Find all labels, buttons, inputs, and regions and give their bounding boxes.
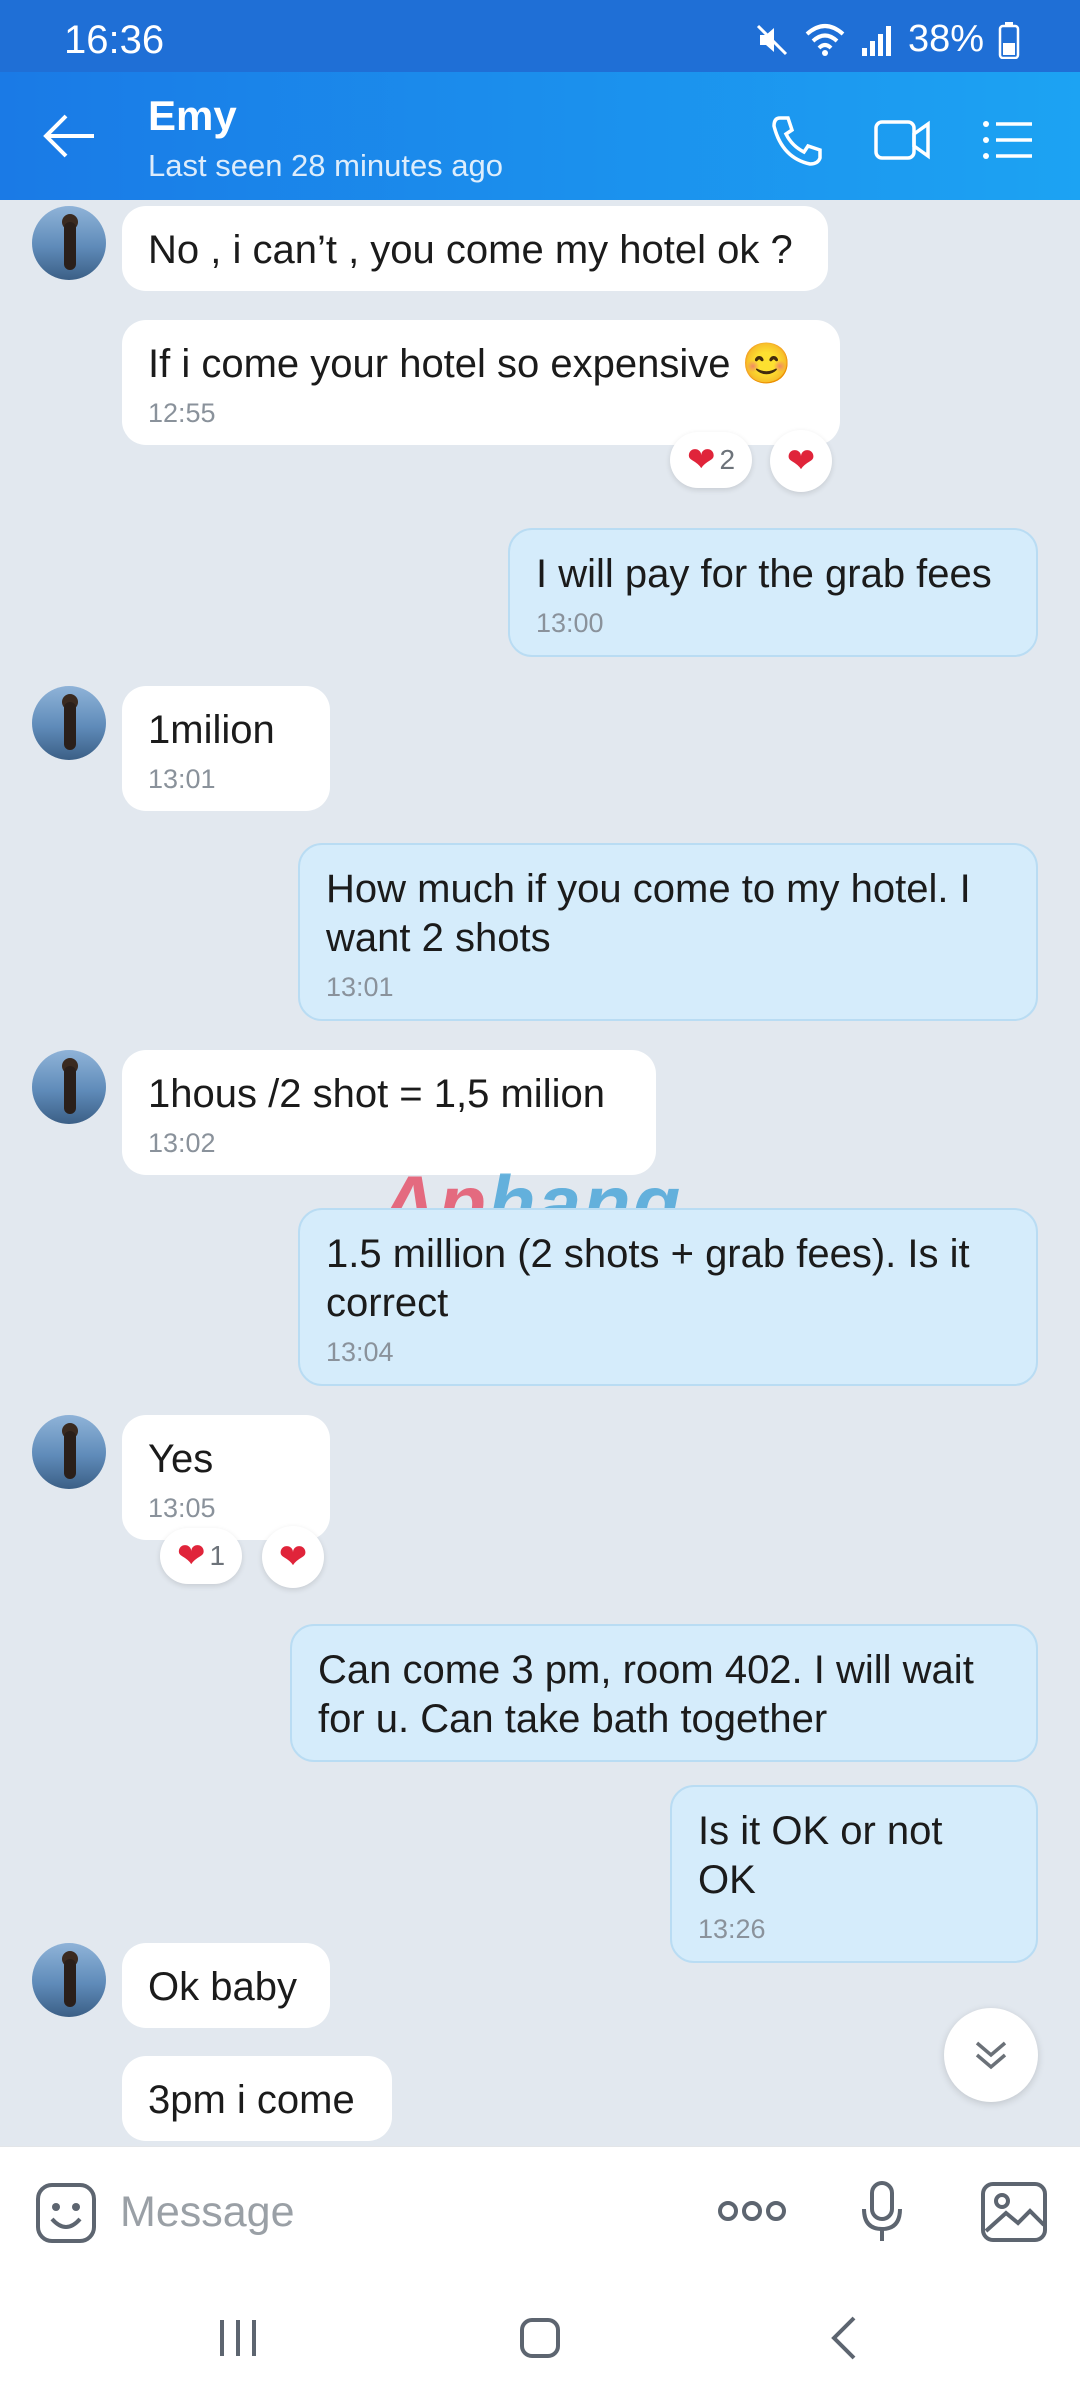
outgoing-message[interactable]: Is it OK or not OK 13:26 [670, 1785, 1038, 1963]
message-text: 1.5 million (2 shots + grab fees). Is it… [326, 1232, 970, 1325]
status-icons: 38% [754, 18, 1020, 61]
incoming-message[interactable]: 1hous /2 shot = 1,5 milion 13:02 [122, 1050, 656, 1175]
add-reaction-button[interactable]: ❤ [262, 1526, 324, 1588]
message-list[interactable]: No , i can’t , you come my hotel ok ? If… [0, 200, 1080, 2146]
heart-icon: ❤ [278, 1538, 308, 1576]
message-time: 13:01 [326, 972, 394, 1002]
battery-icon [998, 21, 1020, 59]
add-reaction-button[interactable]: ❤ [770, 430, 832, 492]
reaction-count: 2 [719, 444, 736, 475]
message-time: 13:01 [148, 764, 216, 794]
status-time: 16:36 [64, 18, 165, 62]
contact-avatar[interactable] [32, 686, 106, 760]
message-text: Ok baby [148, 1965, 297, 2009]
system-navigation-bar [0, 2276, 1080, 2400]
outgoing-message[interactable]: I will pay for the grab fees 13:00 [508, 528, 1038, 657]
incoming-message[interactable]: 3pm i come [122, 2056, 392, 2141]
scroll-to-bottom-button[interactable] [944, 2008, 1038, 2102]
incoming-message[interactable]: Yes 13:05 [122, 1415, 330, 1540]
message-text: If i come your hotel so expensive 😊 [148, 342, 792, 386]
incoming-message[interactable]: If i come your hotel so expensive 😊 12:5… [122, 320, 840, 445]
message-time: 13:26 [698, 1914, 766, 1944]
message-time: 13:05 [148, 1493, 216, 1523]
battery-percent: 38% [907, 18, 984, 60]
reaction-summary[interactable]: ❤ 1 [160, 1528, 242, 1584]
message-text: 1milion [148, 708, 275, 752]
list-menu-icon[interactable] [978, 112, 1038, 168]
outgoing-message[interactable]: Can come 3 pm, room 402. I will wait for… [290, 1624, 1038, 1762]
message-text: Can come 3 pm, room 402. I will wait for… [318, 1648, 974, 1741]
reaction-count: 1 [209, 1540, 226, 1571]
reaction-summary[interactable]: ❤ 2 [670, 432, 752, 488]
microphone-icon[interactable] [858, 2179, 906, 2245]
last-seen-status: Last seen 28 minutes ago [148, 148, 504, 183]
heart-icon: ❤ [786, 442, 816, 480]
incoming-message[interactable]: Ok baby [122, 1943, 330, 2028]
heart-icon: ❤ [686, 441, 716, 479]
outgoing-message[interactable]: 1.5 million (2 shots + grab fees). Is it… [298, 1208, 1038, 1386]
message-time: 13:02 [148, 1128, 216, 1158]
signal-icon [860, 22, 894, 58]
message-text: 3pm i come [148, 2078, 355, 2122]
message-time: 13:04 [326, 1337, 394, 1367]
message-composer [0, 2146, 1080, 2276]
contact-avatar[interactable] [32, 1943, 106, 2017]
back-arrow-icon[interactable] [40, 110, 100, 162]
message-input[interactable] [120, 2177, 680, 2247]
mute-icon [754, 22, 790, 58]
contact-avatar[interactable] [32, 1050, 106, 1124]
message-text: How much if you come to my hotel. I want… [326, 867, 971, 960]
phone-icon[interactable] [766, 112, 826, 168]
incoming-message[interactable]: No , i can’t , you come my hotel ok ? [122, 206, 828, 291]
chat-header: Emy Last seen 28 minutes ago [0, 72, 1080, 200]
sticker-icon[interactable] [34, 2181, 98, 2245]
message-time: 13:00 [536, 608, 604, 638]
recent-apps-icon[interactable] [214, 2316, 262, 2360]
contact-name[interactable]: Emy [148, 92, 237, 140]
incoming-message[interactable]: 1milion 13:01 [122, 686, 330, 811]
message-text: I will pay for the grab fees [536, 552, 992, 596]
image-icon[interactable] [980, 2181, 1048, 2243]
contact-avatar[interactable] [32, 206, 106, 280]
double-chevron-down-icon [975, 2041, 1007, 2070]
home-icon[interactable] [518, 2316, 562, 2360]
message-text: 1hous /2 shot = 1,5 milion [148, 1072, 605, 1116]
contact-avatar[interactable] [32, 1415, 106, 1489]
heart-icon: ❤ [176, 1537, 206, 1575]
message-text: No , i can’t , you come my hotel ok ? [148, 228, 793, 272]
message-time: 12:55 [148, 398, 216, 428]
nav-back-icon[interactable] [828, 2314, 858, 2362]
wifi-icon [804, 22, 846, 58]
more-icon[interactable] [716, 2191, 788, 2231]
message-text: Is it OK or not OK [698, 1809, 943, 1902]
video-call-icon[interactable] [872, 112, 932, 168]
outgoing-message[interactable]: How much if you come to my hotel. I want… [298, 843, 1038, 1021]
status-bar: 16:36 38% [0, 0, 1080, 72]
message-text: Yes [148, 1437, 214, 1481]
